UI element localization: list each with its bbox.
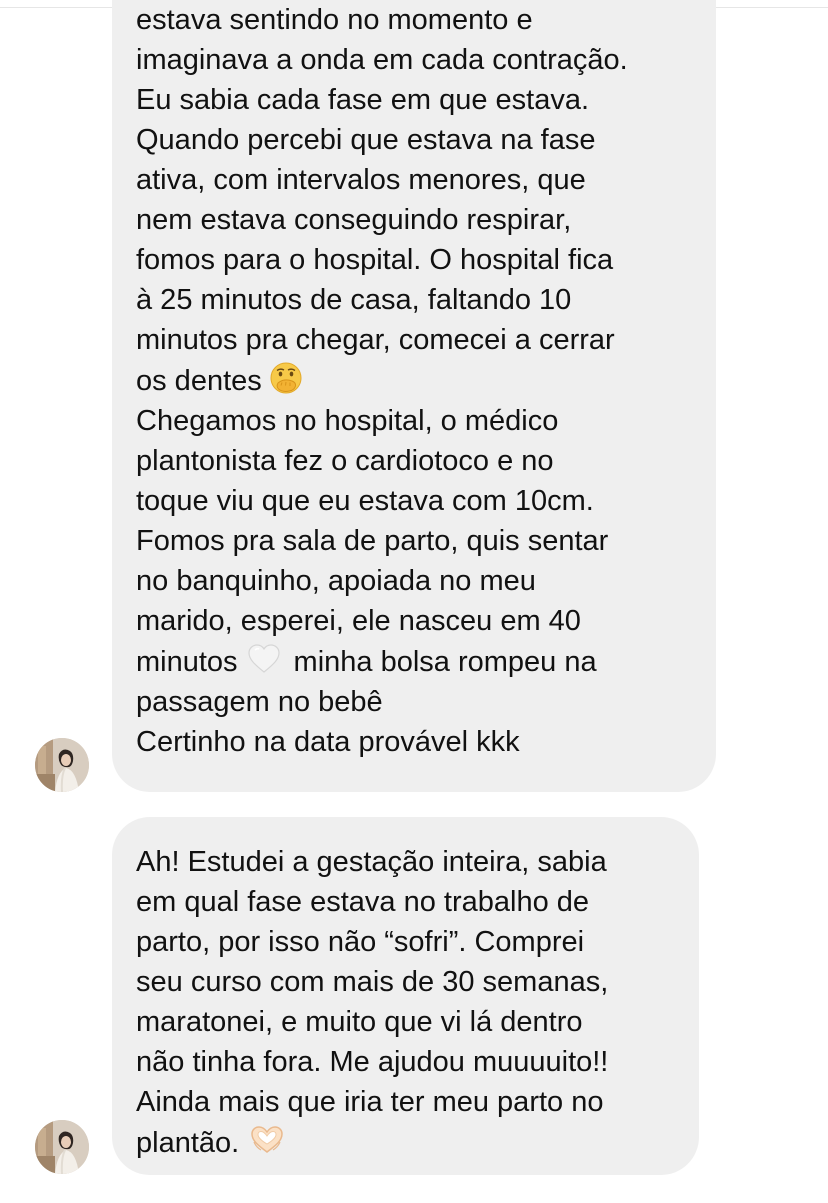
message-line: fomos para o hospital. O hospital fica xyxy=(136,244,614,276)
message-line: à 25 minutos de casa, faltando 10 xyxy=(136,284,572,316)
message-line: não tinha fora. Me ajudou muuuuito!! xyxy=(136,1046,609,1078)
white-heart-emoji xyxy=(246,641,282,677)
message-line: parto, por isso não “sofri”. Comprei xyxy=(136,926,585,958)
message-line: plantão. xyxy=(136,1122,679,1163)
message-line: marido, esperei, ele nasceu em 40 xyxy=(136,605,581,637)
message-line: os dentes xyxy=(136,360,696,401)
message-line: estava sentindo no momento e xyxy=(136,4,533,36)
message-bubble[interactable]: Ah! Estudei a gestação inteira, sabia em… xyxy=(112,817,699,1175)
message-line: toque viu que eu estava com 10cm. xyxy=(136,485,594,517)
message-line: Chegamos no hospital, o médico xyxy=(136,405,559,437)
message-line: em qual fase estava no trabalho de xyxy=(136,886,590,918)
message-line: ativa, com intervalos menores, que xyxy=(136,164,586,196)
message-line: Eu sabia cada fase em que estava. xyxy=(136,84,590,116)
message-line: imaginava a onda em cada contração. xyxy=(136,44,628,76)
avatar[interactable] xyxy=(35,738,89,792)
message-text: minha bolsa rompeu na xyxy=(293,646,597,678)
message-line: Certinho na data provável kkk xyxy=(136,726,520,758)
message-line: passagem no bebê xyxy=(136,686,383,718)
message-line: Ainda mais que iria ter meu parto no xyxy=(136,1086,604,1118)
message-line: no banquinho, apoiada no meu xyxy=(136,565,536,597)
message-line: minutos minha bolsa rompeu na xyxy=(136,641,696,682)
message-line: Fomos pra sala de parto, quis sentar xyxy=(136,525,609,557)
message-line: Ah! Estudei a gestação inteira, sabia xyxy=(136,846,607,878)
face-with-hand-over-mouth-emoji xyxy=(268,360,304,396)
heart-hands-emoji xyxy=(249,1122,285,1158)
message-line: Quando percebi que estava na fase xyxy=(136,124,596,156)
message-line: plantonista fez o cardiotoco e no xyxy=(136,445,554,477)
message-text: plantão. xyxy=(136,1127,240,1159)
message-line: maratonei, e muito que vi lá dentro xyxy=(136,1006,583,1038)
message-line: nem estava conseguindo respirar, xyxy=(136,204,572,236)
message-line: minutos pra chegar, comecei a cerrar xyxy=(136,324,615,356)
message-text: minutos xyxy=(136,646,238,678)
message-text: os dentes xyxy=(136,365,262,397)
avatar[interactable] xyxy=(35,1120,89,1174)
message-bubble[interactable]: estava sentindo no momento e imaginava a… xyxy=(112,0,716,792)
message-line: seu curso com mais de 30 semanas, xyxy=(136,966,609,998)
